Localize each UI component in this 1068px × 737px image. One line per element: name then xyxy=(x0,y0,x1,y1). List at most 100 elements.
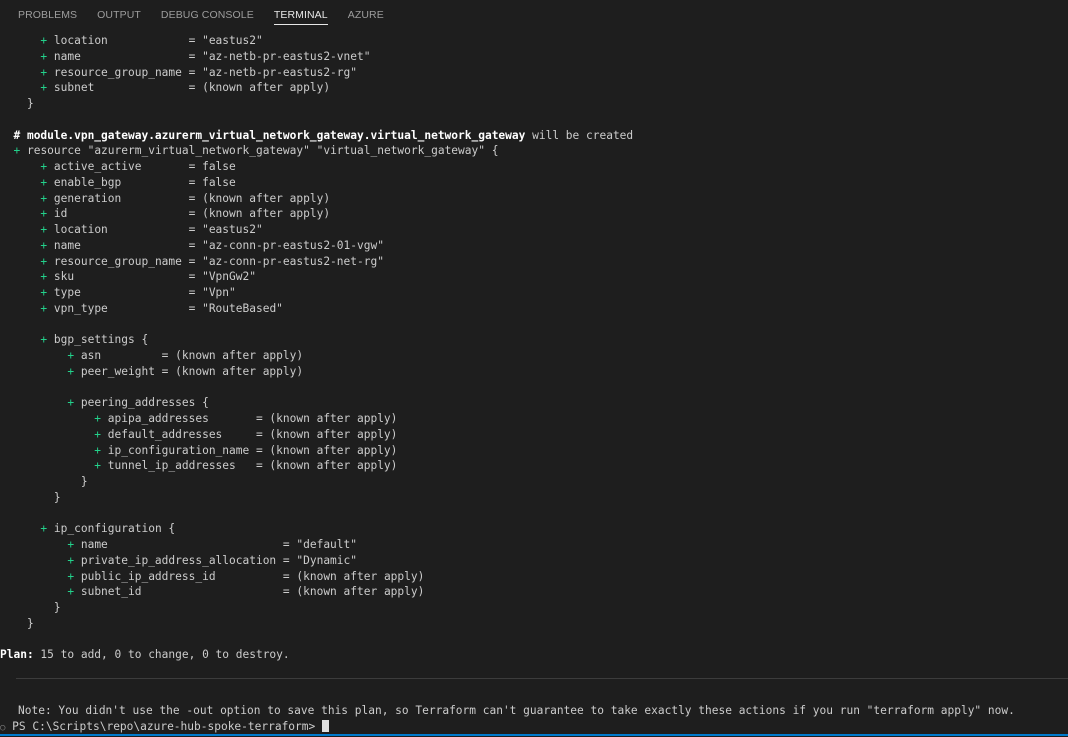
line-text: bgp_settings { xyxy=(53,333,149,347)
terminal-line: + peer_weight = (known after apply) xyxy=(0,364,1068,380)
terminal-line: + private_ip_address_allocation = "Dynam… xyxy=(0,553,1068,569)
line-text: will be created xyxy=(525,128,634,142)
line-text: asn = (known after apply) xyxy=(80,349,304,362)
line-text: active_active = false xyxy=(53,160,236,173)
terminal-output[interactable]: + location = "eastus2" + name = "az-netb… xyxy=(0,33,1068,663)
terminal-line: + bgp_settings { xyxy=(0,332,1068,348)
line-text: subnet_id = (known after apply) xyxy=(80,585,425,599)
tab-problems[interactable]: PROBLEMS xyxy=(8,0,87,30)
line-text: ip_configuration_name = (known after app… xyxy=(107,443,398,457)
line-text: private_ip_address_allocation = "Dynamic… xyxy=(80,553,357,567)
terminal-line: + generation = (known after apply) xyxy=(0,191,1068,207)
tab-output[interactable]: OUTPUT xyxy=(87,0,151,30)
tab-terminal[interactable]: TERMINAL xyxy=(264,0,338,30)
plus-marker: + xyxy=(40,191,54,205)
terminal-line: + location = "eastus2" xyxy=(0,222,1068,238)
line-text: resource "azurerm_virtual_network_gatewa… xyxy=(26,144,499,158)
tab-debug-console[interactable]: DEBUG CONSOLE xyxy=(151,0,264,30)
plus-marker: + xyxy=(40,238,54,252)
terminal-line: + ip_configuration { xyxy=(0,521,1068,537)
line-text: default_addresses = (known after apply) xyxy=(107,427,398,441)
line-text: peer_weight = (known after apply) xyxy=(80,364,304,378)
terminal-line: + tunnel_ip_addresses = (known after app… xyxy=(0,458,1068,474)
plus-marker: + xyxy=(40,301,54,315)
terminal-line: + location = "eastus2" xyxy=(0,33,1068,49)
panel-tab-bar: PROBLEMS OUTPUT DEBUG CONSOLE TERMINAL A… xyxy=(0,0,1068,30)
plus-marker: + xyxy=(67,538,81,551)
terminal-line: } xyxy=(0,600,1068,616)
plus-marker: + xyxy=(94,427,108,441)
terminal-line: + resource "azurerm_virtual_network_gate… xyxy=(0,143,1068,159)
plus-marker: + xyxy=(67,364,81,378)
terminal-line: + vpn_type = "RouteBased" xyxy=(0,301,1068,317)
plus-marker: + xyxy=(40,81,54,95)
line-text: } xyxy=(26,97,34,110)
terminal-line: + subnet_id = (known after apply) xyxy=(0,584,1068,600)
tab-azure[interactable]: AZURE xyxy=(338,0,394,30)
plus-marker: + xyxy=(67,569,81,583)
tab-label: DEBUG CONSOLE xyxy=(160,9,254,21)
terminal-line: Plan: 15 to add, 0 to change, 0 to destr… xyxy=(0,647,1068,663)
terminal-line: } xyxy=(0,474,1068,490)
terminal-line: + name = "az-conn-pr-eastus2-01-vgw" xyxy=(0,238,1068,254)
terminal-line: + resource_group_name = "az-netb-pr-east… xyxy=(0,65,1068,81)
terminal-line: + enable_bgp = false xyxy=(0,175,1068,191)
tab-label: TERMINAL xyxy=(273,9,328,25)
terminal-line: + active_active = false xyxy=(0,159,1068,175)
line-text: peering_addresses { xyxy=(80,396,209,410)
terminal-line: + apipa_addresses = (known after apply) xyxy=(0,411,1068,427)
line-text: enable_bgp = false xyxy=(53,175,236,189)
terminal-line: + ip_configuration_name = (known after a… xyxy=(0,443,1068,459)
plus-marker: + xyxy=(40,223,54,236)
plus-marker: + xyxy=(40,270,54,284)
line-text: subnet = (known after apply) xyxy=(53,81,331,95)
plus-marker: + xyxy=(40,34,54,47)
line-text: resource_group_name = "az-netb-pr-eastus… xyxy=(53,65,358,79)
plus-marker: + xyxy=(40,49,54,63)
line-text: location = "eastus2" xyxy=(53,223,263,236)
terminal-line: + default_addresses = (known after apply… xyxy=(0,427,1068,443)
prompt-text: PS C:\Scripts\repo\azure-hub-spoke-terra… xyxy=(5,720,322,733)
terminal-line: + asn = (known after apply) xyxy=(0,348,1068,364)
plus-marker: + xyxy=(94,412,108,425)
terminal-line: + public_ip_address_id = (known after ap… xyxy=(0,569,1068,585)
line-text: vpn_type = "RouteBased" xyxy=(53,301,283,315)
plus-marker: + xyxy=(13,144,27,158)
divider xyxy=(16,678,1068,679)
terminal-prompt[interactable]: ○ PS C:\Scripts\repo\azure-hub-spoke-ter… xyxy=(0,719,329,735)
terminal-line: + resource_group_name = "az-conn-pr-east… xyxy=(0,254,1068,270)
line-text: } xyxy=(26,616,34,630)
plus-marker: + xyxy=(94,443,108,457)
terminal-line: + id = (known after apply) xyxy=(0,206,1068,222)
plus-marker: + xyxy=(67,553,81,567)
terminal-line: + subnet = (known after apply) xyxy=(0,80,1068,96)
terminal-line: + type = "Vpn" xyxy=(0,285,1068,301)
plus-marker: + xyxy=(40,175,54,189)
line-text: apipa_addresses = (known after apply) xyxy=(107,412,398,425)
line-text: tunnel_ip_addresses = (known after apply… xyxy=(107,459,398,473)
